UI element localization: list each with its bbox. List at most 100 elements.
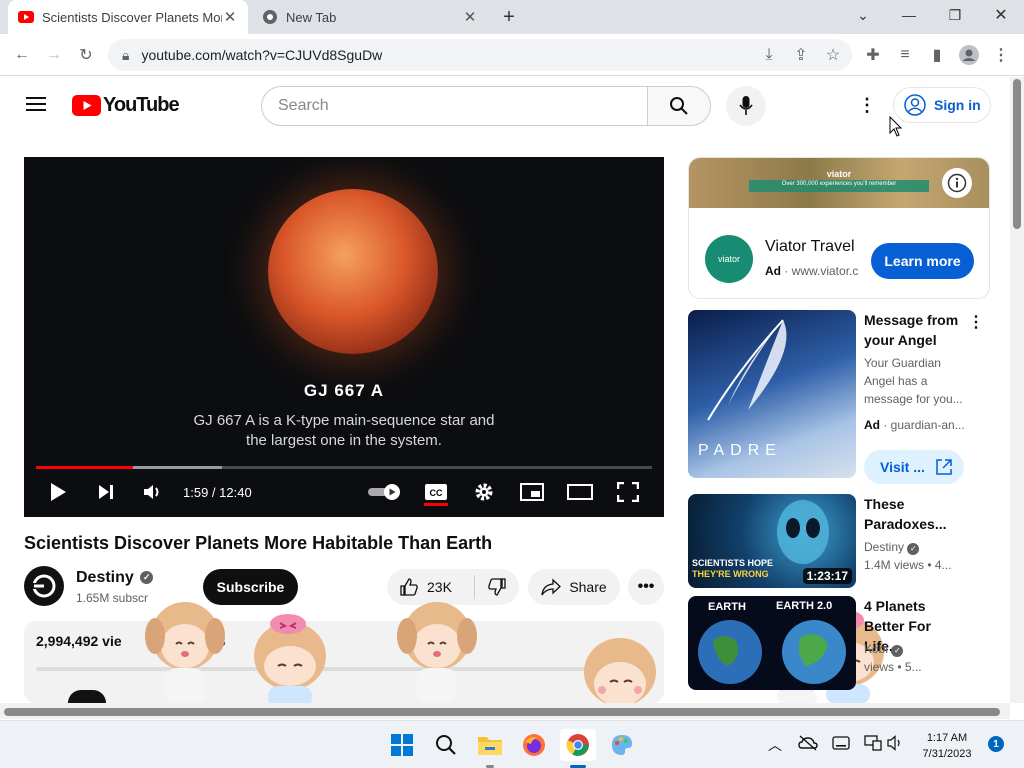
bookmark-star-icon[interactable]: ☆: [820, 42, 846, 68]
video-player[interactable]: GJ 667 A GJ 667 A is a K-type main-seque…: [24, 157, 664, 517]
skip-next-icon: [99, 485, 113, 499]
chrome-button[interactable]: [560, 729, 596, 761]
search-input[interactable]: Search: [261, 86, 648, 126]
ad-info-button[interactable]: [942, 168, 972, 198]
search-button[interactable]: [647, 86, 711, 126]
next-video-button[interactable]: [94, 480, 118, 504]
taskbar-search-button[interactable]: [430, 729, 462, 761]
voice-search-button[interactable]: [726, 86, 766, 126]
ad-card[interactable]: viator Over 300,000 experiences you'll r…: [688, 157, 990, 299]
fullscreen-button[interactable]: [616, 480, 640, 504]
rec-thumbnail-planets[interactable]: EARTH EARTH 2.0: [688, 596, 856, 690]
share-button[interactable]: Share: [528, 569, 620, 605]
rec-views: 1.4M views • 4...: [864, 558, 952, 572]
horizontal-scroll-thumb[interactable]: [4, 708, 1000, 716]
caption-line-1: GJ 667 A is a K-type main-sequence star …: [193, 412, 495, 429]
file-explorer-button[interactable]: [474, 729, 506, 761]
video-frame-star: [268, 189, 438, 354]
keyboard-icon[interactable]: [832, 736, 850, 755]
youtube-wordmark: YouTube: [103, 94, 180, 116]
minimize-button[interactable]: —: [886, 0, 932, 30]
learn-more-button[interactable]: Learn more: [871, 243, 974, 279]
onedrive-offline-icon[interactable]: [798, 735, 818, 756]
horizontal-scrollbar[interactable]: [0, 703, 1010, 719]
chibi-sticker-3: [392, 594, 482, 704]
more-horizontal-icon: •••: [637, 578, 655, 595]
feather-illustration: [707, 319, 787, 421]
restore-button[interactable]: ❐: [932, 0, 978, 30]
caption-line-2: the largest one in the system.: [246, 432, 442, 449]
mute-button[interactable]: [141, 480, 165, 504]
lock-icon: 🔒︎: [122, 46, 130, 63]
rec-thumbnail-angel[interactable]: PADRE: [688, 310, 856, 478]
close-tab-icon[interactable]: ✕: [462, 8, 478, 26]
tab-youtube-video[interactable]: Scientists Discover Planets More ✕: [8, 0, 248, 34]
install-app-icon[interactable]: ⤓: [756, 42, 782, 68]
settings-button[interactable]: [472, 480, 496, 504]
rec-views: views • 5...: [864, 660, 922, 674]
settings-more-icon[interactable]: ⋮: [858, 95, 876, 116]
vertical-scroll-thumb[interactable]: [1013, 79, 1021, 229]
search-icon: [670, 97, 688, 115]
rec-thumbnail-paradoxes[interactable]: SCIENTISTS HOPE THEY'RE WRONG 1:23:17: [688, 494, 856, 588]
ad-advertiser-name[interactable]: Viator Travel: [765, 238, 855, 256]
reload-button[interactable]: ↻: [73, 42, 99, 68]
rec-ad-meta: Ad · guardian-an...: [864, 418, 965, 432]
back-button[interactable]: ←: [9, 42, 35, 68]
browser-menu-icon[interactable]: ⋮: [988, 42, 1014, 68]
side-panel-icon[interactable]: ▮: [924, 42, 950, 68]
rec-more-options-icon[interactable]: ⋮: [968, 312, 984, 332]
close-window-button[interactable]: ✕: [978, 0, 1024, 30]
paint-app-button[interactable]: [606, 729, 638, 761]
miniplayer-button[interactable]: [519, 480, 545, 504]
channel-avatar[interactable]: [24, 566, 64, 606]
ad-label-domain: Ad · www.viator.c: [765, 264, 859, 278]
thumb-brand-text: PADRE: [698, 442, 782, 459]
hamburger-menu-icon[interactable]: [26, 96, 46, 117]
address-bar[interactable]: 🔒︎ youtube.com/watch?v=CJUVd8SguDw: [108, 39, 852, 71]
profile-avatar-icon[interactable]: [956, 42, 982, 68]
visit-label: Visit ...: [880, 459, 925, 475]
rec-title-angel[interactable]: Message from your Angel: [864, 310, 964, 350]
firefox-button[interactable]: [518, 729, 550, 761]
youtube-logo[interactable]: YouTube: [72, 94, 180, 117]
network-icon[interactable]: [864, 735, 882, 756]
ad-advertiser-logo[interactable]: viator: [705, 235, 753, 283]
play-button[interactable]: [46, 480, 70, 504]
description-divider: [36, 667, 652, 671]
fullscreen-icon: [617, 482, 639, 502]
taskbar-clock[interactable]: 1:17 AM 7/31/2023: [912, 730, 982, 762]
description-box[interactable]: 2,994,492 vie 023: [24, 621, 664, 703]
theater-mode-icon: [567, 484, 593, 500]
close-tab-icon[interactable]: ✕: [222, 8, 238, 26]
ad-banner-brand: viator: [826, 169, 852, 179]
tab-title: New Tab: [286, 9, 337, 25]
captions-button[interactable]: CC: [424, 480, 448, 504]
forward-button[interactable]: →: [41, 42, 67, 68]
rec-channel: Kobi: [864, 642, 889, 656]
autoplay-toggle-icon: [368, 484, 400, 500]
theater-mode-button[interactable]: [567, 480, 593, 504]
media-controls-icon[interactable]: ≡: [892, 42, 918, 68]
rec-title-paradoxes[interactable]: These Paradoxes...: [864, 494, 964, 534]
rec-title-line2: Paradoxes...: [864, 516, 947, 532]
tab-search-icon[interactable]: ⌄: [840, 0, 886, 30]
sign-in-button[interactable]: Sign in: [893, 87, 991, 123]
more-actions-button[interactable]: •••: [628, 569, 664, 605]
new-tab-button[interactable]: +: [496, 6, 522, 28]
rec-desc-line2: Angel has a: [864, 374, 928, 388]
verified-badge-icon: ✓: [891, 645, 904, 657]
channel-name[interactable]: Destiny ✓: [76, 569, 154, 587]
volume-icon[interactable]: [887, 735, 905, 756]
tab-title: Scientists Discover Planets More: [42, 9, 222, 25]
visit-site-button[interactable]: Visit ...: [864, 450, 964, 484]
share-page-icon[interactable]: ⇪: [788, 42, 814, 68]
rec-title-line2: your Angel: [864, 332, 937, 348]
extensions-icon[interactable]: ✚: [860, 42, 886, 68]
tab-new-tab[interactable]: New Tab ✕: [252, 0, 488, 34]
show-hidden-icons-chevron-icon[interactable]: ︿: [768, 735, 782, 755]
start-button[interactable]: [386, 729, 418, 761]
autoplay-toggle[interactable]: [368, 480, 402, 504]
vertical-scrollbar[interactable]: [1010, 77, 1024, 703]
notification-badge[interactable]: 1: [988, 736, 1004, 752]
